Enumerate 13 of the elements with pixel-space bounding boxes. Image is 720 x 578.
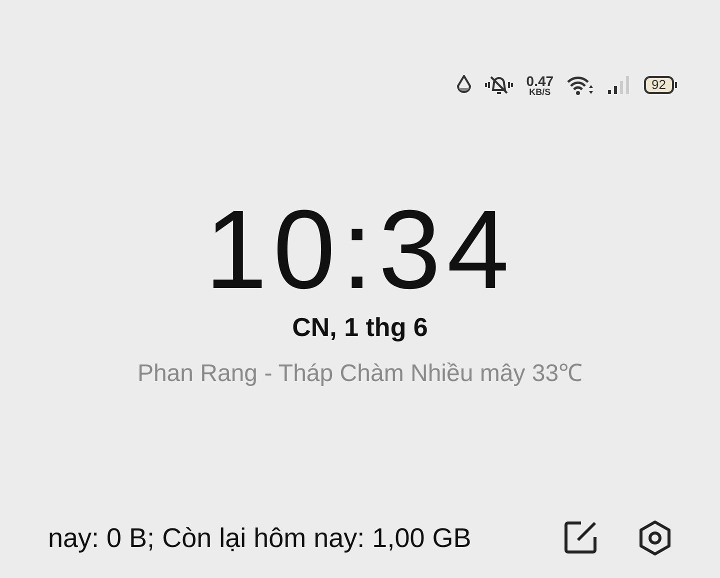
date: CN, 1 thg 6 — [292, 312, 428, 343]
muted-bell-icon — [484, 74, 514, 96]
signal-icon — [606, 74, 632, 96]
water-drop-icon — [456, 75, 472, 95]
battery-indicator: 92 — [644, 76, 674, 94]
wifi-icon — [566, 74, 594, 96]
data-usage-text: nay: 0 B; Còn lại hôm nay: 1,00 GB — [48, 522, 472, 554]
network-speed: 0.47 — [526, 74, 554, 88]
edit-icon[interactable] — [564, 520, 598, 554]
weather-info: Phan Rang - Tháp Chàm Nhiều mây 33℃ — [137, 359, 583, 388]
speed-unit: KB/S — [529, 88, 551, 96]
clock-time: 10:34 — [204, 200, 516, 300]
settings-icon[interactable] — [638, 520, 672, 556]
